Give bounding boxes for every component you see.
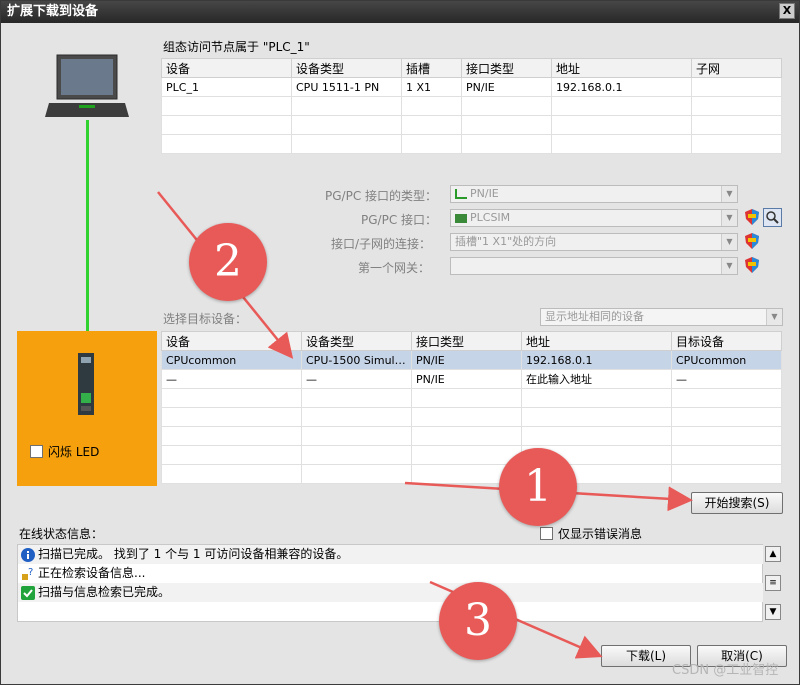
watermark: CSDN @工业智控 — [672, 663, 779, 678]
annotation-marker-2: 2 — [189, 223, 267, 301]
annotation-arrows — [157, 191, 693, 659]
annotation-marker-3: 3 — [439, 582, 517, 660]
annotation-marker-1: 1 — [499, 448, 577, 526]
